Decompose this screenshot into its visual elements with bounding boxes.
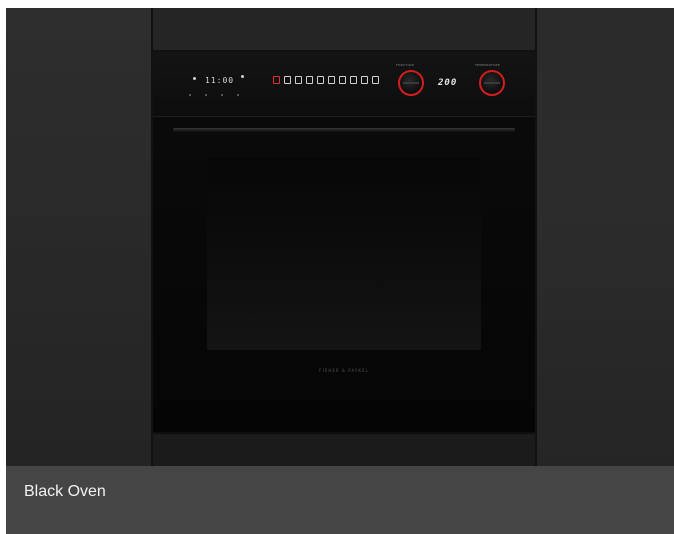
brand-logo: FISHER & PAYKEL (319, 368, 369, 373)
function-icon (350, 76, 357, 84)
function-icons (273, 76, 379, 86)
cabinet-edge-right (535, 8, 537, 466)
function-knob-label: FUNCTION (396, 63, 414, 67)
function-knob (398, 70, 424, 96)
temperature-display: 200 (438, 78, 458, 88)
function-icon (328, 76, 335, 84)
upper-cabinet-panel (153, 8, 535, 52)
caption-bar (6, 466, 674, 534)
door-handle (173, 128, 515, 133)
function-icon (284, 76, 291, 84)
clock-indicator-dot (193, 77, 196, 80)
oven-control-panel: 11:00 FUNCTION 200 TEMPERATURE (153, 52, 535, 117)
cabinet-right (536, 8, 674, 466)
function-icon (339, 76, 346, 84)
clock-indicator-dot (241, 75, 244, 78)
product-image-card: 11:00 FUNCTION 200 TEMPERATURE FISHER & … (6, 8, 674, 534)
temperature-knob-label: TEMPERATURE (475, 63, 501, 67)
temperature-knob (479, 70, 505, 96)
oven: 11:00 FUNCTION 200 TEMPERATURE FISHER & … (153, 52, 535, 432)
oven-door: FISHER & PAYKEL (153, 118, 535, 432)
function-icon (361, 76, 368, 84)
oven-window (207, 158, 481, 350)
function-icon (372, 76, 379, 84)
function-icon (317, 76, 324, 84)
cabinet-plinth (153, 432, 535, 466)
touch-dots (189, 94, 249, 98)
function-icon (306, 76, 313, 84)
function-icon (295, 76, 302, 84)
cabinet-left (6, 8, 153, 466)
function-icon (273, 76, 280, 84)
oven-photo: 11:00 FUNCTION 200 TEMPERATURE FISHER & … (6, 8, 674, 466)
clock-display: 11:00 (205, 76, 235, 85)
image-caption: Black Oven (24, 483, 106, 500)
